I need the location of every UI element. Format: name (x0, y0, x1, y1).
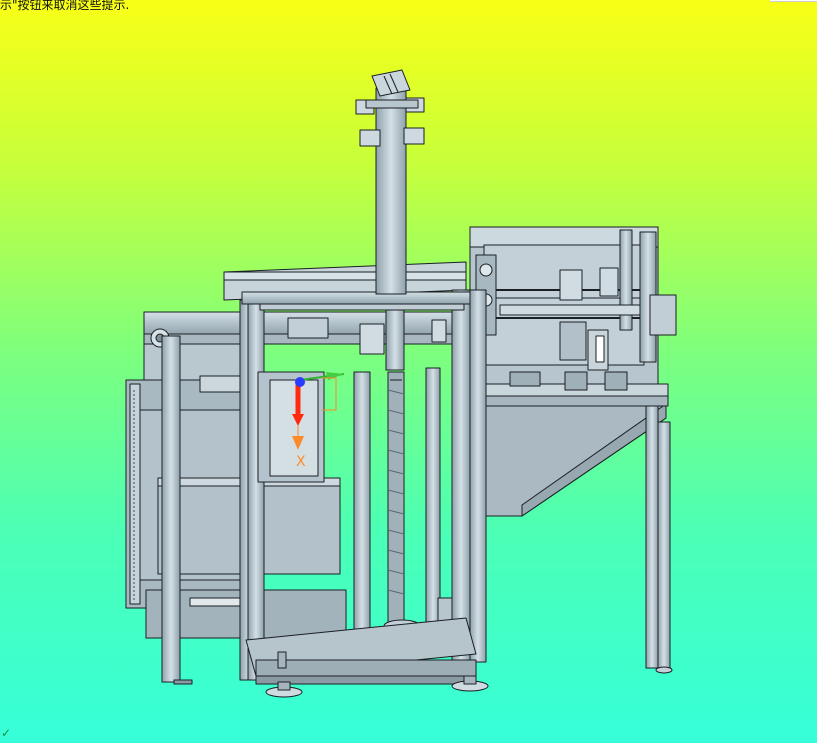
right-feeder-unit (469, 226, 677, 674)
machine-assembly-model[interactable]: X (0, 0, 817, 743)
corner-check-icon: ✓ (1, 726, 12, 740)
tall-column (355, 69, 425, 295)
triad-axis-label: X (296, 454, 306, 470)
3d-viewport[interactable]: 示"按钮来取消这些提示. X ✓ (0, 0, 817, 743)
